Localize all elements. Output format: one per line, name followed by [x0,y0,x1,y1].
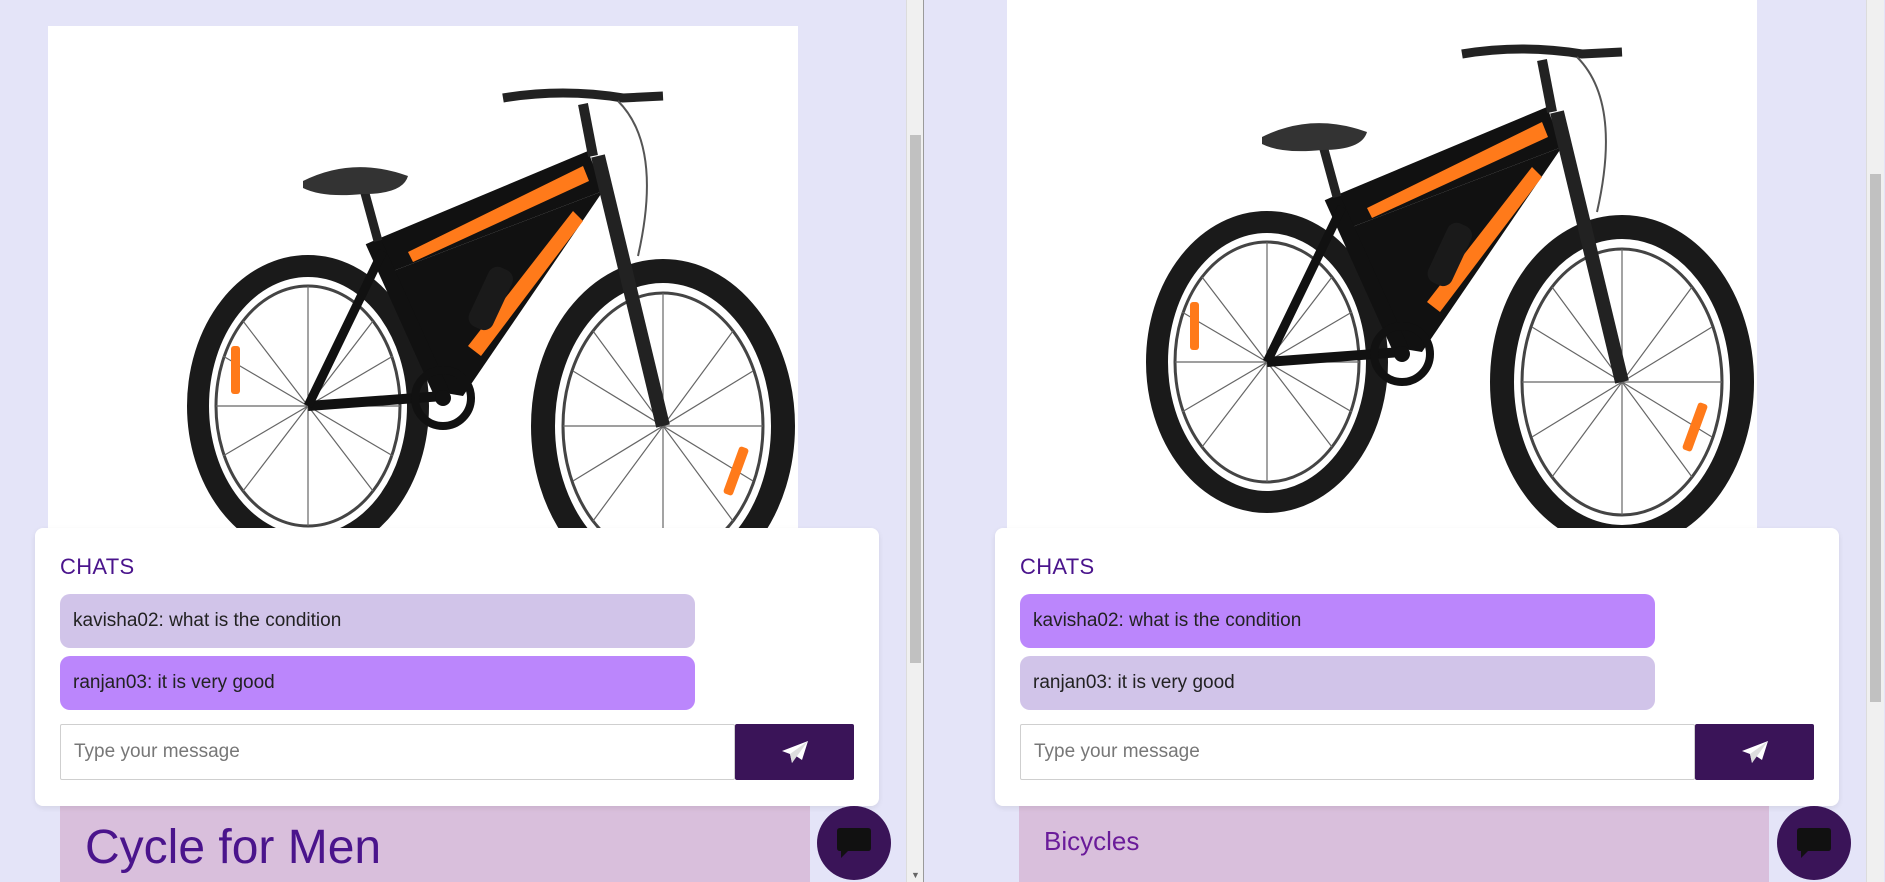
message-input[interactable] [1020,724,1695,780]
message-input[interactable] [60,724,735,780]
right-scrollbar[interactable] [1866,0,1884,882]
product-image [1007,0,1757,546]
chats-title: CHATS [60,554,135,579]
chat-message: ranjan03: it is very good [60,656,695,710]
send-button[interactable] [1695,724,1814,780]
scroll-down-icon[interactable]: ▼ [907,868,924,882]
bicycle-image [1007,0,1757,546]
chat-toggle-button[interactable] [1777,806,1851,880]
scrollbar-thumb[interactable] [910,135,921,663]
chats-title: CHATS [1020,554,1095,579]
chat-bubble-icon [1797,828,1831,858]
chat-message: ranjan03: it is very good [1020,656,1655,710]
left-window: Cycle for Men CHATS kavisha02: what is t… [0,0,906,882]
right-window: Bicycles CHATS kavisha02: what is the co… [924,0,1866,882]
chat-message: kavisha02: what is the condition [1020,594,1655,648]
chat-panel: CHATS kavisha02: what is the condition r… [35,528,879,806]
paper-plane-icon [781,741,808,763]
chat-bubble-icon [837,828,871,858]
scrollbar-thumb[interactable] [1870,174,1881,702]
paper-plane-icon [1741,741,1768,763]
chat-toggle-button[interactable] [817,806,891,880]
left-scrollbar[interactable]: ▼ [906,0,924,882]
product-category[interactable]: Bicycles [1044,826,1139,857]
chat-message: kavisha02: what is the condition [60,594,695,648]
send-button[interactable] [735,724,854,780]
bicycle-image [48,26,798,546]
product-image [48,26,798,546]
chat-panel: CHATS kavisha02: what is the condition r… [995,528,1839,806]
product-title: Cycle for Men [85,821,382,874]
